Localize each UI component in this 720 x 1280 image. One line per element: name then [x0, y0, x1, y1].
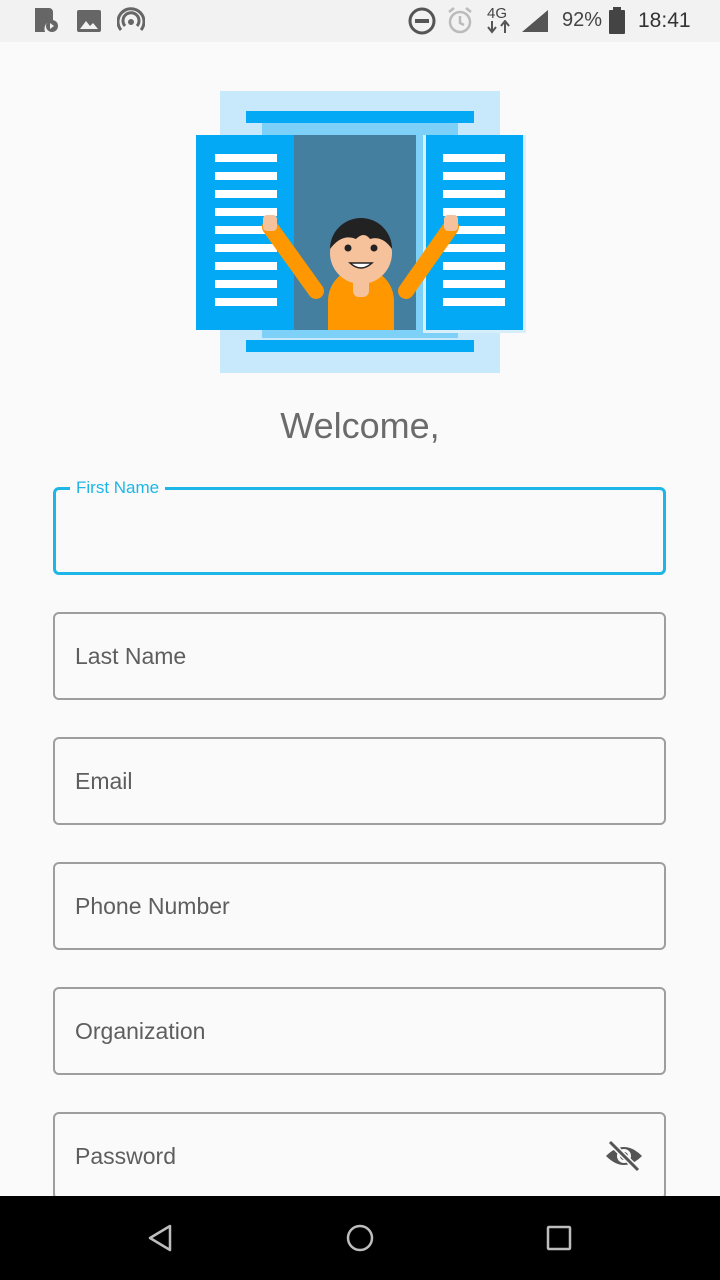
data-arrows-icon	[487, 20, 510, 34]
last-name-placeholder: Last Name	[75, 643, 187, 669]
password-placeholder: Password	[75, 1143, 176, 1169]
organization-field[interactable]: Organization	[53, 987, 666, 1075]
password-field[interactable]: Password	[53, 1112, 666, 1200]
clock: 18:41	[638, 9, 691, 32]
welcome-heading: Welcome,	[280, 405, 440, 446]
home-icon[interactable]	[342, 1220, 378, 1256]
email-field[interactable]: Email	[53, 737, 666, 825]
hotspot-icon	[117, 7, 145, 31]
last-name-field[interactable]: Last Name	[53, 612, 666, 700]
back-icon[interactable]	[142, 1220, 178, 1256]
do-not-disturb-icon	[408, 7, 436, 35]
signal-icon	[522, 10, 548, 32]
image-icon	[77, 10, 101, 32]
visibility-off-icon[interactable]	[604, 1138, 644, 1174]
recents-icon[interactable]	[541, 1220, 577, 1256]
first-name-input[interactable]	[74, 520, 598, 552]
phone-number-placeholder: Phone Number	[75, 893, 230, 919]
status-bar: 4G 92% 18:41	[0, 0, 720, 42]
user-sync-icon	[35, 8, 58, 32]
battery-percent: 92%	[562, 9, 603, 31]
phone-number-field[interactable]: Phone Number	[53, 862, 666, 950]
welcome-illustration	[196, 91, 526, 373]
organization-placeholder: Organization	[75, 1018, 206, 1044]
first-name-label: First Name	[70, 478, 166, 498]
battery-icon	[609, 7, 625, 34]
alarm-icon	[448, 7, 472, 34]
email-placeholder: Email	[75, 768, 133, 794]
navigation-bar	[0, 1196, 720, 1280]
first-name-field[interactable]: First Name	[53, 478, 666, 575]
